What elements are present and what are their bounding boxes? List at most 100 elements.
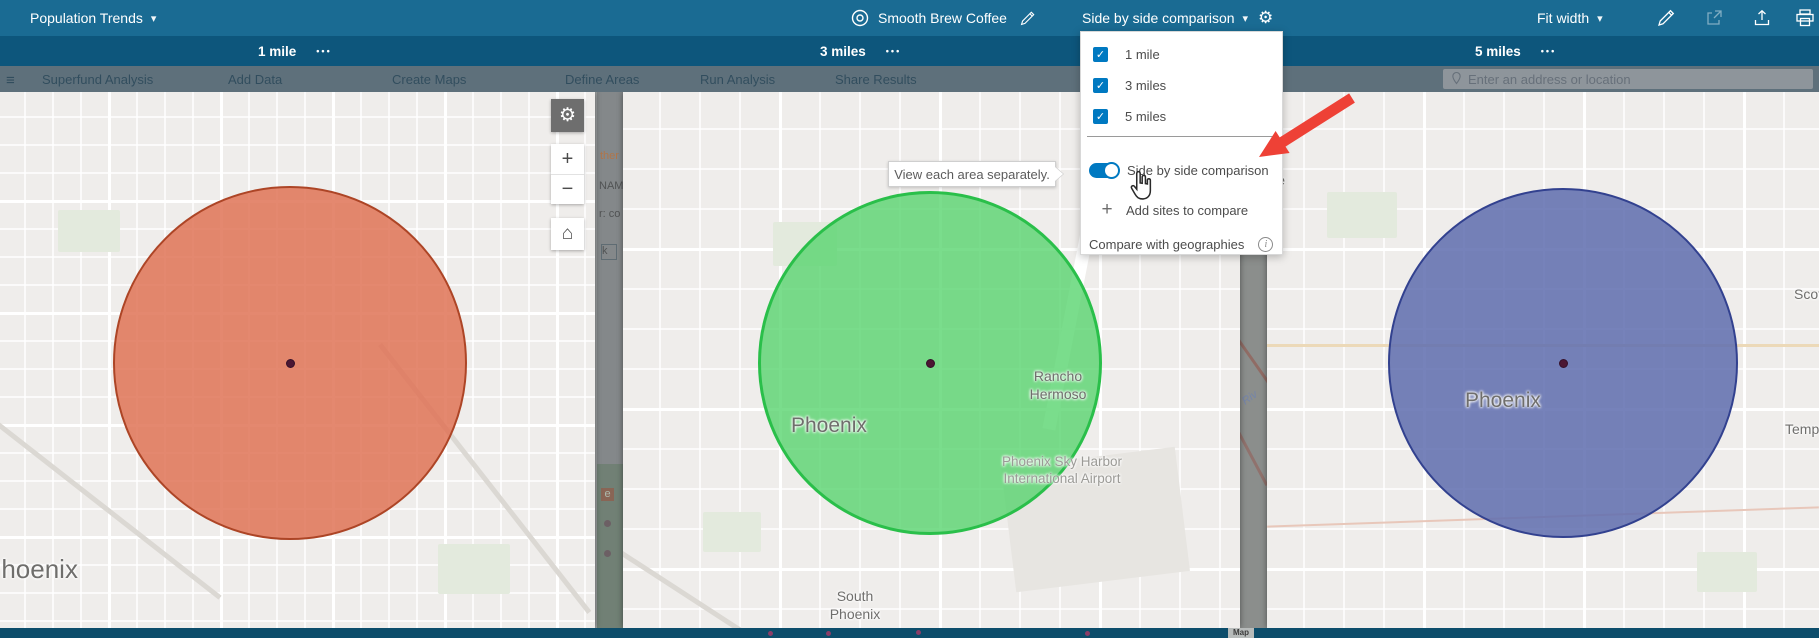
view-mode-label: Side by side comparison [1082,10,1235,26]
tooltip-arrow [1055,167,1063,181]
background-search-box: Enter an address or location [1443,69,1813,89]
tooltip: View each area separately. [888,161,1056,187]
menu-icon: ≡ [6,72,15,89]
fit-width-menu[interactable]: Fit width ▾ [1537,0,1603,36]
print-button[interactable] [1794,0,1816,36]
minus-icon: − [561,178,574,200]
ring-bar-3-miles: 3 miles ••• [820,36,901,66]
edit-pencil-button[interactable] [1656,0,1676,36]
site-name: Smooth Brew Coffee [878,10,1007,26]
app-window: Phoenix ⚙ + − ⌂ ther NAM r: co k e Phoen… [0,0,1819,638]
background-tab: Share Results [835,72,917,87]
area-label: Rancho Hermoso [1029,368,1087,402]
background-search-placeholder: Enter an address or location [1468,71,1631,87]
ring-option-label: 3 miles [1125,77,1167,93]
south-phoenix-label: South Phoenix [829,588,881,622]
background-fragment: Riv [1240,388,1260,408]
ring-bar-label: 3 miles [820,43,866,59]
city-label: Phoenix [1465,389,1541,412]
zoom-control: + − [551,144,584,204]
check-icon: ✓ [1095,48,1106,61]
city-label: Phoenix [791,414,867,437]
airport-label: Phoenix Sky Harbor International Airport [1001,454,1123,486]
overflow-menu-icon[interactable]: ••• [1541,46,1556,56]
edit-site-pencil-icon[interactable] [1019,10,1036,27]
target-icon [850,8,870,28]
park-patch [1697,552,1757,592]
overflow-menu-icon[interactable]: ••• [316,46,331,56]
ring-label-bar: 1 mile ••• 3 miles ••• 5 miles ••• [0,36,1819,66]
compare-geographies-button[interactable]: Compare with geographies i [1081,232,1282,256]
background-tab: Superfund Analysis [42,72,154,87]
map-settings-button[interactable]: ⚙ [551,99,584,132]
top-toolbar: Population Trends ▾ Smooth Brew Coffee S… [0,0,1819,36]
background-attribution: Map [1228,628,1254,638]
ring-bar-label: 1 mile [258,43,297,59]
site-marker [926,359,935,368]
background-dot [826,631,831,636]
background-tab: Add Data [228,72,283,87]
park-patch [438,544,510,594]
callout-arrow [1259,93,1355,157]
site-marker [1559,359,1568,368]
background-dot [768,631,773,636]
project-menu[interactable]: Population Trends ▾ [30,0,156,36]
background-fragment: NAM [599,180,623,192]
plus-icon: + [1101,199,1113,220]
ring-bar-label: 5 miles [1475,43,1521,59]
background-road [1240,332,1267,384]
hand-cursor [1130,170,1152,200]
zoom-in-button[interactable]: + [551,144,584,174]
background-fragment: ther [600,150,619,162]
project-menu-label: Population Trends [30,10,143,26]
tempe-label: Tempe [1785,421,1819,437]
background-map-tint [597,464,623,628]
background-dot [916,630,921,635]
fit-width-label: Fit width [1537,10,1590,26]
checkbox-checked-icon[interactable]: ✓ [1093,108,1108,124]
overflow-menu-icon[interactable]: ••• [886,46,901,56]
chevron-down-icon: ▾ [1242,12,1249,25]
background-tab: Create Maps [392,72,467,87]
ring-bar-1-mile: 1 mile ••• [258,36,332,66]
home-button[interactable]: ⌂ [551,218,584,250]
park-patch [703,512,761,552]
site-title-group: Smooth Brew Coffee [850,0,1036,36]
plus-icon: + [561,147,574,170]
share-button[interactable] [1704,0,1724,36]
background-tab: Define Areas [565,72,640,87]
export-button[interactable] [1752,0,1772,36]
ring-bar-5-miles: 5 miles ••• [1475,36,1556,66]
background-fragment: r: co [599,208,621,220]
background-tab: Run Analysis [700,72,776,87]
gear-icon: ⚙ [1258,8,1274,27]
checkbox-checked-icon[interactable]: ✓ [1093,77,1108,93]
checkbox-checked-icon[interactable]: ✓ [1093,46,1108,62]
toggle-knob [1103,161,1120,179]
location-pin-icon [1451,71,1462,88]
info-icon[interactable]: i [1258,236,1274,252]
background-sliver: ther NAM r: co k e [595,92,623,628]
zoom-out-button[interactable]: − [551,174,584,204]
check-icon: ✓ [1095,79,1106,92]
ring-option-label: 1 mile [1125,46,1160,62]
chevron-down-icon: ▾ [1597,12,1603,25]
ring-option-1-mile[interactable]: ✓ 1 mile [1081,42,1282,66]
add-sites-label: Add sites to compare [1126,202,1249,218]
background-app-tabs: ≡ Superfund Analysis Add Data Create Map… [0,66,1819,92]
city-label: Phoenix [0,554,78,584]
ring-option-label: 5 miles [1125,108,1167,124]
park-patch [1327,192,1397,238]
gear-icon: ⚙ [558,105,577,126]
scottsdale-label: Scottsdale [1794,286,1819,302]
add-sites-button[interactable]: + Add sites to compare [1081,198,1282,222]
background-road [1240,422,1267,487]
side-by-side-toggle[interactable] [1089,161,1120,179]
background-fragment: k [601,244,617,260]
site-marker [286,359,295,368]
background-bottom-bar: Map [0,628,1819,638]
map-panel-1-mile[interactable]: Phoenix ⚙ + − ⌂ [0,92,595,628]
background-dot [1085,631,1090,636]
compare-geographies-label: Compare with geographies [1089,236,1245,252]
chevron-down-icon: ▾ [150,12,157,25]
